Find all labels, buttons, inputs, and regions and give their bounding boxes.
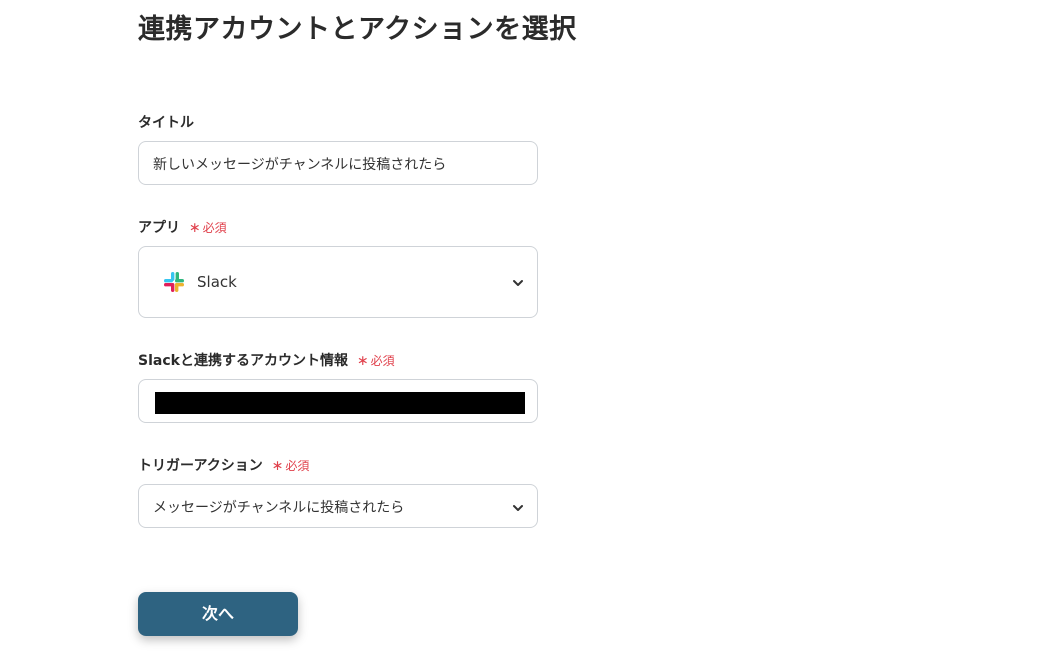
chevron-down-icon <box>511 500 525 514</box>
app-label-text: アプリ <box>138 220 180 236</box>
required-badge: ∗ 必須 <box>188 220 227 236</box>
trigger-label: トリガーアクション ∗ 必須 <box>138 456 309 476</box>
required-badge: ∗ 必須 <box>356 353 395 369</box>
next-button[interactable]: 次へ <box>138 592 298 636</box>
required-star: ∗ <box>188 220 201 236</box>
required-text: 必須 <box>370 354 395 368</box>
required-text: 必須 <box>202 221 227 235</box>
required-star: ∗ <box>271 458 284 474</box>
title-label-text: タイトル <box>138 115 194 131</box>
slack-logo-icon <box>163 271 185 293</box>
page-title: 連携アカウントとアクションを選択 <box>138 14 577 45</box>
trigger-select[interactable]: メッセージがチャンネルに投稿されたら <box>138 484 538 528</box>
title-input-value: 新しいメッセージがチャンネルに投稿されたら <box>153 157 447 173</box>
title-input[interactable]: 新しいメッセージがチャンネルに投稿されたら <box>138 141 538 185</box>
chevron-down-icon <box>511 275 525 289</box>
account-label: Slackと連携するアカウント情報 ∗ 必須 <box>138 351 395 371</box>
app-select-value: Slack <box>197 273 237 291</box>
account-select[interactable] <box>138 379 538 423</box>
app-select[interactable]: Slack <box>138 246 538 318</box>
required-text: 必須 <box>285 459 310 473</box>
required-badge: ∗ 必須 <box>271 458 310 474</box>
app-label: アプリ ∗ 必須 <box>138 218 227 238</box>
account-label-text: Slackと連携するアカウント情報 <box>138 353 348 369</box>
redacted-account-value <box>155 392 525 414</box>
required-star: ∗ <box>356 353 369 369</box>
trigger-label-text: トリガーアクション <box>138 458 263 474</box>
page: 連携アカウントとアクションを選択 タイトル 新しいメッセージがチャンネルに投稿さ… <box>0 0 1042 666</box>
title-label: タイトル <box>138 113 194 133</box>
trigger-select-value: メッセージがチャンネルに投稿されたら <box>153 500 405 516</box>
